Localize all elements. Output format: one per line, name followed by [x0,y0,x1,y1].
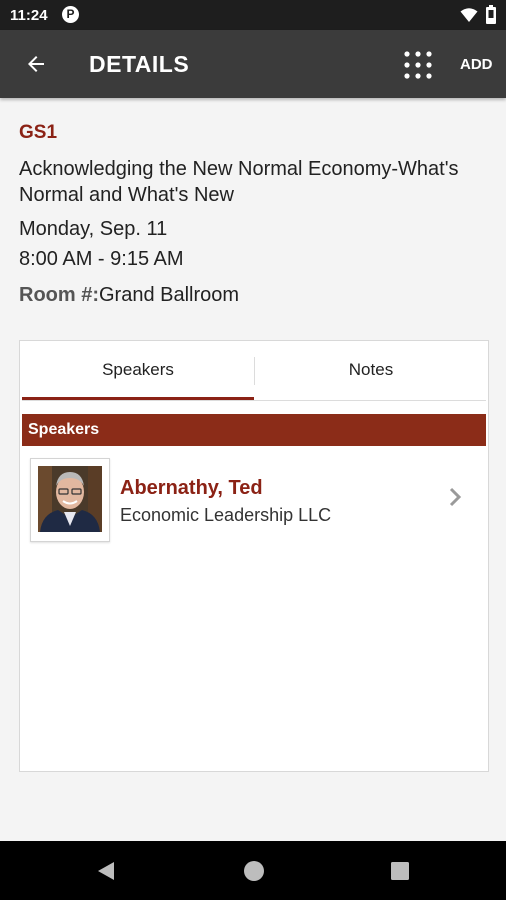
battery-icon [485,5,497,25]
status-time: 11:24 [10,7,48,24]
tab-notes[interactable]: Notes [256,341,486,399]
nav-recents-button[interactable] [380,851,420,891]
nav-home-button[interactable] [234,851,274,891]
triangle-back-icon [98,862,114,880]
tab-divider [254,357,255,385]
status-bar: 11:24 P [0,0,506,30]
speakers-section-header: Speakers [22,414,486,446]
square-recents-icon [391,862,409,880]
chevron-right-icon [449,487,462,507]
page-title: DETAILS [89,51,190,77]
system-navigation-bar [0,841,506,900]
room-value: Grand Ballroom [99,284,240,306]
circle-home-icon [244,861,264,881]
session-title: Acknowledging the New Normal Economy-Wha… [19,158,459,206]
room-label: Room #: [19,284,99,306]
speaker-name: Abernathy, Ted [120,477,263,499]
app-notification-icon: P [62,6,79,23]
app-bar: DETAILS ADD [0,30,506,98]
arrow-back-icon [28,56,44,72]
add-button[interactable]: ADD [452,54,501,75]
session-date: Monday, Sep. 11 [19,218,168,240]
tab-speakers[interactable]: Speakers [22,341,254,399]
apps-grid-button[interactable] [398,44,438,84]
nav-back-button[interactable] [86,851,126,891]
details-card: Speakers Notes Speakers Abernathy, Ted E… [19,340,489,772]
speaker-organization: Economic Leadership LLC [120,505,332,525]
back-button[interactable] [14,42,58,86]
tab-bar-divider [22,400,486,401]
session-code: GS1 [19,122,58,143]
session-time: 8:00 AM - 9:15 AM [19,248,184,270]
grid-icon [404,51,432,79]
session-room: Room #:Grand Ballroom [19,284,239,307]
wifi-icon [460,7,478,23]
speaker-list-item[interactable]: Abernathy, Ted Economic Leadership LLC [22,451,486,543]
speaker-photo [30,458,110,542]
